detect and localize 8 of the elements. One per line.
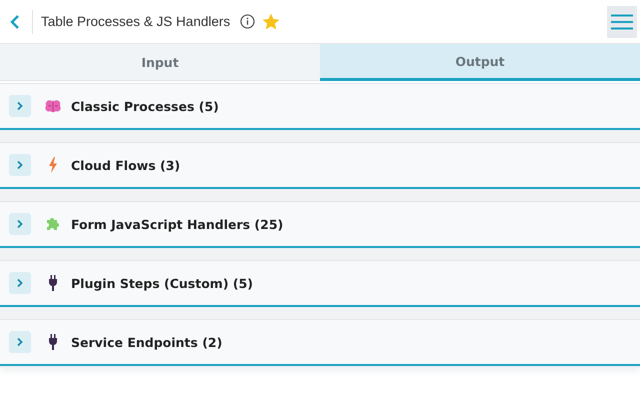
section-title: Cloud Flows (3) xyxy=(71,158,180,172)
section-title: Service Endpoints (2) xyxy=(71,334,222,350)
section-title: Form JavaScript Handlers (25) xyxy=(71,216,284,232)
tab[interactable]: Output xyxy=(320,44,640,81)
section-title: Plugin Steps (Custom) (5) xyxy=(71,276,254,290)
section-title: Classic Processes (5) xyxy=(71,98,219,114)
page-title: Table Processes & JS Handlers xyxy=(41,14,230,29)
tab[interactable]: Input xyxy=(0,44,320,81)
